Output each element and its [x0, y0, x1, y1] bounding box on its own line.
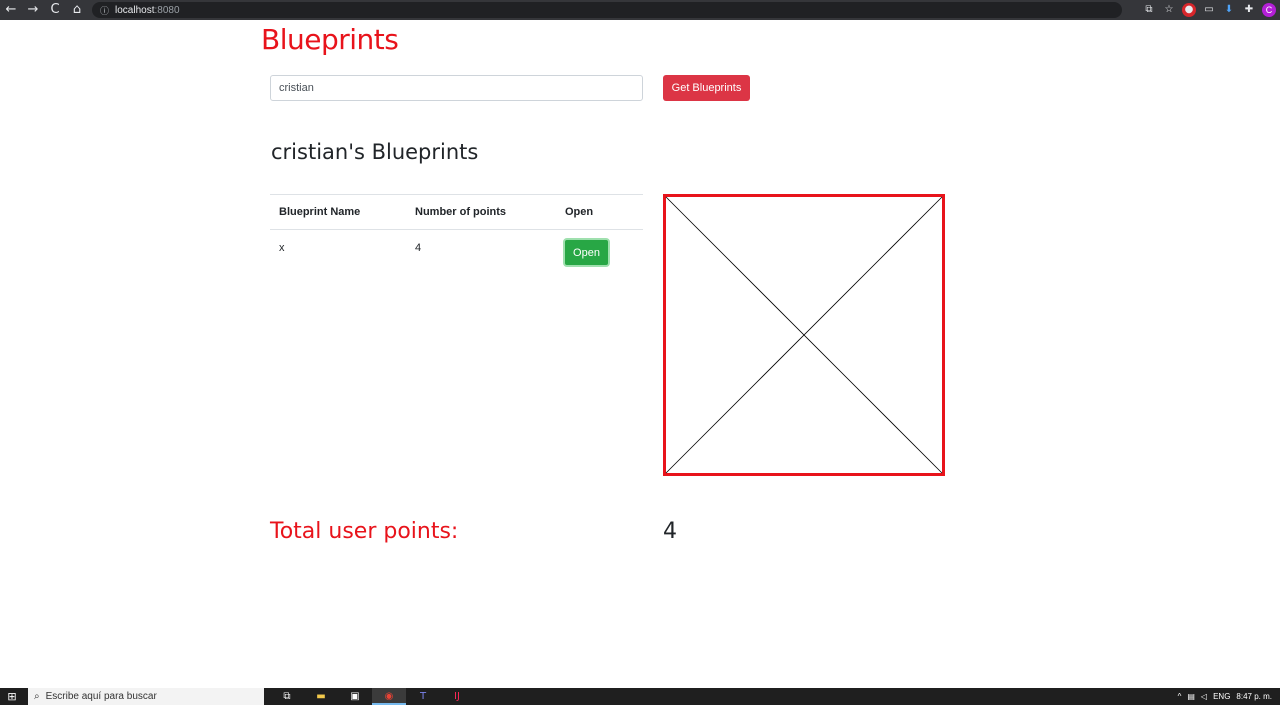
extension-red-icon[interactable]: ● — [1182, 3, 1196, 17]
url-port: :8080 — [154, 4, 180, 16]
url-host: localhost — [115, 4, 155, 16]
blueprint-open-cell: Open — [556, 230, 643, 273]
volume-icon[interactable]: ◁ — [1201, 692, 1207, 701]
blueprint-points-cell: 4 — [415, 242, 422, 254]
network-icon[interactable]: ▤ — [1187, 692, 1195, 701]
site-info-icon[interactable]: ⓘ — [100, 4, 109, 17]
windows-start-icon[interactable]: ⊞ — [0, 688, 24, 705]
extension-gray-icon[interactable]: ▭ — [1202, 3, 1216, 17]
profile-avatar[interactable]: C — [1262, 3, 1276, 17]
table-row: x 4 Open — [270, 230, 643, 273]
home-icon[interactable]: ⌂ — [66, 1, 88, 19]
page-title: Blueprints — [261, 23, 399, 56]
total-points-label: Total user points: — [270, 519, 459, 544]
browser-toolbar: ← → C ⌂ ⓘ localhost:8080 ⧉ ☆ ● ▭ ⬇ ✚ C — [0, 0, 1280, 20]
search-icon: ⌕ — [34, 691, 40, 702]
translate-icon[interactable]: ⧉ — [1142, 3, 1156, 17]
reload-icon[interactable]: C — [44, 1, 66, 19]
taskbar-search-placeholder: Escribe aquí para buscar — [45, 691, 157, 702]
open-blueprint-button[interactable]: Open — [563, 238, 610, 267]
taskbar-search[interactable]: ⌕ Escribe aquí para buscar — [28, 688, 264, 705]
page-content: Blueprints Get Blueprints cristian's Blu… — [0, 20, 1280, 688]
system-tray: ^ ▤ ◁ ENG 8:47 p. m. — [1178, 692, 1280, 701]
author-input[interactable] — [270, 75, 643, 101]
teams-icon[interactable]: T — [406, 688, 440, 705]
task-view-icon[interactable]: ⧉ — [270, 688, 304, 705]
blueprint-canvas-svg — [663, 194, 945, 476]
forward-icon[interactable]: → — [22, 1, 44, 19]
bookmark-star-icon[interactable]: ☆ — [1162, 3, 1176, 17]
windows-taskbar: ⊞ ⌕ Escribe aquí para buscar ⧉ ▬ ▣ ◉ T I… — [0, 688, 1280, 705]
intellij-icon[interactable]: IJ — [440, 688, 474, 705]
blueprints-subtitle: cristian's Blueprints — [271, 140, 479, 164]
extensions-puzzle-icon[interactable]: ✚ — [1242, 3, 1256, 17]
language-indicator[interactable]: ENG — [1213, 692, 1230, 701]
header-number-of-points: Number of points — [406, 194, 556, 230]
blueprint-name-cell: x — [279, 242, 285, 254]
taskbar-apps: ⧉ ▬ ▣ ◉ T IJ — [270, 688, 474, 705]
browser-actions: ⧉ ☆ ● ▭ ⬇ ✚ C — [1142, 3, 1280, 17]
get-blueprints-button[interactable]: Get Blueprints — [663, 75, 750, 101]
total-points-value: 4 — [663, 519, 677, 544]
taskbar-clock[interactable]: 8:47 p. m. — [1236, 692, 1272, 701]
chrome-icon[interactable]: ◉ — [372, 688, 406, 705]
download-icon[interactable]: ⬇ — [1222, 3, 1236, 17]
tray-chevron-icon[interactable]: ^ — [1178, 692, 1182, 701]
blueprints-table: Blueprint Name Number of points Open x 4… — [270, 194, 643, 273]
header-blueprint-name: Blueprint Name — [270, 194, 406, 230]
blueprint-canvas[interactable] — [663, 194, 945, 476]
back-icon[interactable]: ← — [0, 1, 22, 19]
store-icon[interactable]: ▣ — [338, 688, 372, 705]
address-bar[interactable]: ⓘ localhost:8080 — [92, 2, 1122, 18]
file-explorer-icon[interactable]: ▬ — [304, 688, 338, 705]
browser-nav: ← → C ⌂ — [0, 1, 88, 19]
header-open: Open — [556, 194, 643, 230]
table-header-row: Blueprint Name Number of points Open — [270, 194, 643, 230]
